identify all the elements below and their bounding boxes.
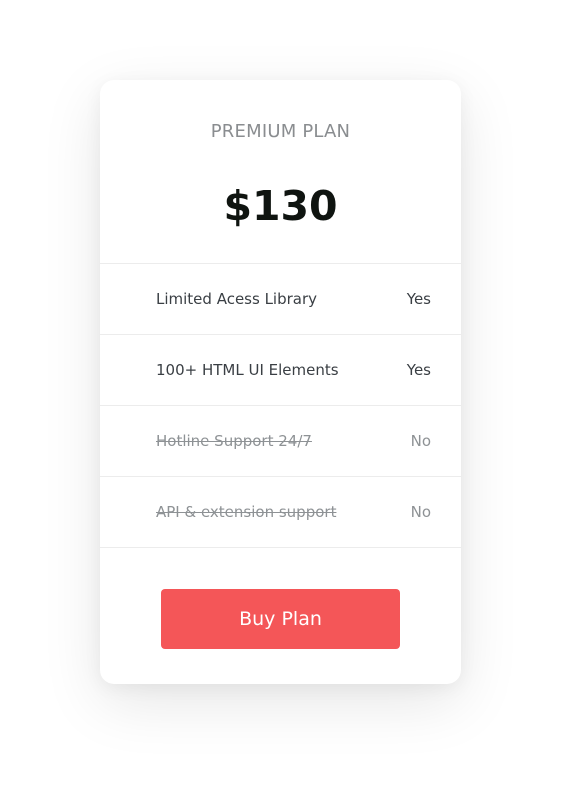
feature-row-library: Limited Acess Library Yes <box>100 264 461 335</box>
feature-value: No <box>410 432 431 450</box>
feature-value: No <box>410 503 431 521</box>
feature-row-ui-elements: 100+ HTML UI Elements Yes <box>100 335 461 406</box>
plan-name: PREMIUM PLAN <box>210 121 351 142</box>
buy-plan-button[interactable]: Buy Plan <box>161 589 400 649</box>
feature-list: Limited Acess Library Yes 100+ HTML UI E… <box>100 263 461 548</box>
feature-label: Hotline Support 24/7 <box>156 432 312 450</box>
feature-row-hotline-support: Hotline Support 24/7 No <box>100 406 461 477</box>
pricing-card: PREMIUM PLAN $130 Limited Acess Library … <box>100 80 461 684</box>
plan-price: $130 <box>223 182 338 230</box>
feature-label: API & extension support <box>156 503 337 521</box>
feature-label: 100+ HTML UI Elements <box>156 361 339 379</box>
feature-label: Limited Acess Library <box>156 290 318 308</box>
feature-value: Yes <box>406 361 431 379</box>
feature-row-api-support: API & extension support No <box>100 477 461 548</box>
feature-value: Yes <box>406 290 431 308</box>
